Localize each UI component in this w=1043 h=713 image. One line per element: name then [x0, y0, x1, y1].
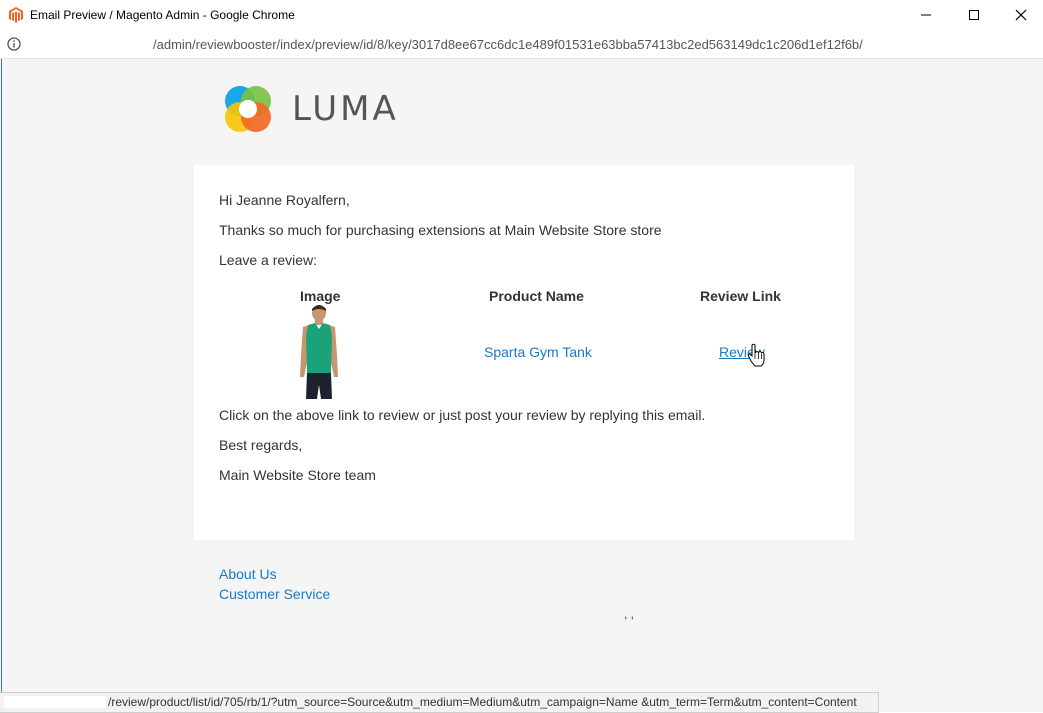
table-header-product-name: Product Name [489, 288, 584, 304]
product-image[interactable] [289, 301, 349, 401]
close-button[interactable] [998, 0, 1043, 30]
greeting: Hi Jeanne Royalfern, [219, 192, 350, 208]
hand-cursor-icon [747, 343, 765, 367]
luma-wordmark: LUMA [292, 89, 399, 129]
email-preview-page: LUMA Hi Jeanne Royalfern, Thanks so much… [1, 59, 1043, 712]
instructions-text: Click on the above link to review or jus… [219, 407, 706, 423]
status-bar-url: /review/product/list/id/705/rb/1/?utm_so… [108, 695, 857, 709]
minimize-icon [921, 14, 931, 16]
review-prompt: Leave a review: [219, 252, 318, 268]
product-name-link[interactable]: Sparta Gym Tank [484, 344, 592, 360]
close-icon [1015, 9, 1027, 21]
closing-text: Best regards, [219, 437, 303, 453]
footer-link-about-us[interactable]: About Us [219, 566, 277, 582]
maximize-icon [969, 10, 979, 20]
address-bar[interactable]: /admin/reviewbooster/index/preview/id/8/… [0, 30, 1043, 59]
email-body: Hi Jeanne Royalfern, Thanks so much for … [194, 165, 854, 540]
window-titlebar: Email Preview / Magento Admin - Google C… [0, 0, 1043, 30]
info-icon[interactable] [7, 37, 21, 51]
window-title: Email Preview / Magento Admin - Google C… [30, 8, 295, 22]
status-bar: /review/product/list/id/705/rb/1/?utm_so… [0, 692, 879, 713]
store-address: , , [624, 607, 635, 621]
luma-logo[interactable]: LUMA [220, 81, 400, 137]
minimize-button[interactable] [903, 0, 949, 30]
url-text[interactable]: /admin/reviewbooster/index/preview/id/8/… [153, 37, 863, 52]
magento-icon [9, 7, 23, 23]
maximize-button[interactable] [951, 0, 997, 30]
table-header-review-link: Review Link [700, 288, 781, 304]
status-bar-host-redacted [4, 696, 106, 708]
luma-logo-icon [225, 86, 271, 132]
thanks-text: Thanks so much for purchasing extensions… [219, 222, 662, 238]
footer-link-customer-service[interactable]: Customer Service [219, 586, 330, 602]
signature-text: Main Website Store team [219, 467, 376, 483]
